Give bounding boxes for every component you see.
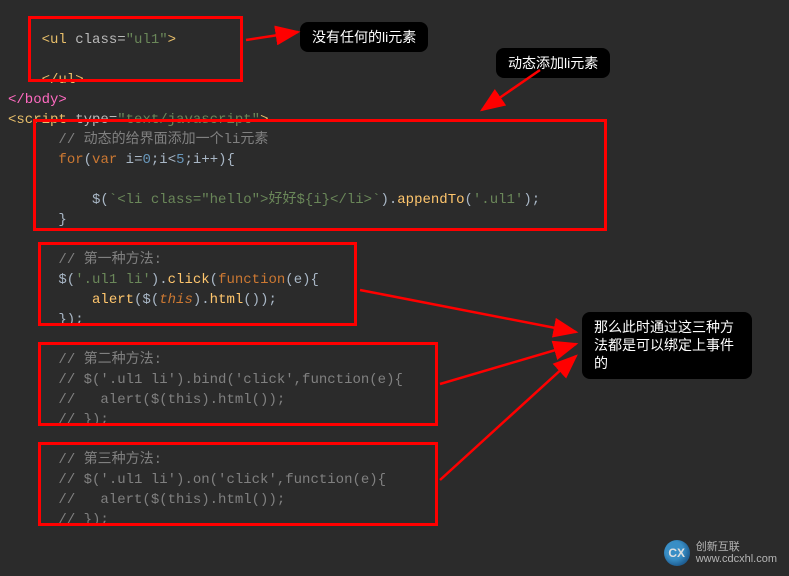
- watermark-url: www.cdcxhl.com: [696, 553, 777, 565]
- annotation-three-methods: 那么此时通过这三种方法都是可以绑定上事件的: [582, 312, 752, 379]
- line-script-open: <script type="text/javascript">: [8, 112, 268, 128]
- line-blank: [8, 52, 16, 68]
- line-m1c: // 第一种方法:: [8, 252, 162, 268]
- line-blank5: [8, 432, 16, 448]
- line-m3-2: // alert($(this).html());: [8, 492, 285, 508]
- line-m3-1: // $('.ul1 li').on('click',function(e){: [8, 472, 386, 488]
- line-for-close: }: [8, 212, 67, 228]
- line-m2-3: // });: [8, 412, 109, 428]
- line-m2c: // 第二种方法:: [8, 352, 162, 368]
- line-m3c: // 第三种方法:: [8, 452, 162, 468]
- watermark: CX 创新互联 www.cdcxhl.com: [664, 540, 777, 566]
- line-append: $(`<li class="hello">好好${i}</li>`).appen…: [8, 192, 540, 208]
- line-blank3: [8, 232, 16, 248]
- watermark-text: 创新互联 www.cdcxhl.com: [696, 541, 777, 565]
- watermark-logo-icon: CX: [664, 540, 690, 566]
- line-body-close: </body>: [8, 92, 67, 108]
- line-m1-1: $('.ul1 li').click(function(e){: [8, 272, 319, 288]
- watermark-name: 创新互联: [696, 541, 777, 553]
- line-blank4: [8, 332, 16, 348]
- line-m2-1: // $('.ul1 li').bind('click',function(e)…: [8, 372, 403, 388]
- line-m1-3: });: [8, 312, 84, 328]
- line-comment-dyn: // 动态的给界面添加一个li元素: [8, 132, 268, 148]
- line-m2-2: // alert($(this).html());: [8, 392, 285, 408]
- line-m3-3: // });: [8, 512, 109, 528]
- line-m1-2: alert($(this).html());: [8, 292, 277, 308]
- line-ul-open: <ul class="ul1">: [8, 32, 176, 48]
- line-ul-close: </ul>: [8, 72, 84, 88]
- line-for: for(var i=0;i<5;i++){: [8, 152, 235, 168]
- code-block: <ul class="ul1"> </ul> </body> <script t…: [0, 0, 540, 530]
- line-blank2: [8, 172, 16, 188]
